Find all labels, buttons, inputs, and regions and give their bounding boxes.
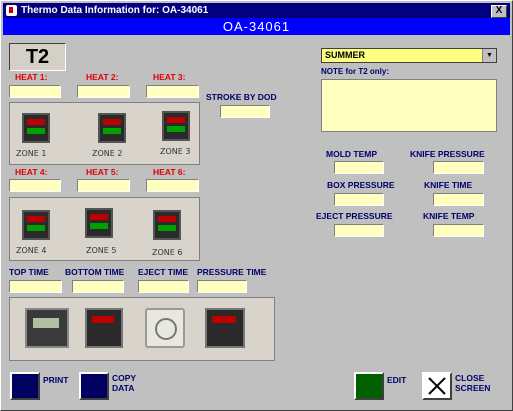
timer-icon: [25, 308, 69, 348]
eject-time-field[interactable]: [138, 280, 189, 293]
station-box: T2: [9, 43, 66, 71]
zones-1-3-photo: ZONE 1 ZONE 2 ZONE 3: [9, 102, 200, 165]
note-label: NOTE for T2 only:: [321, 67, 389, 76]
print-label: PRINT: [43, 375, 69, 385]
window-title: Thermo Data Information for: OA-34061: [21, 5, 209, 16]
copy-label: COPY: [112, 373, 137, 383]
heat-6-field[interactable]: [146, 179, 199, 192]
controller-icon: [153, 210, 181, 240]
zone-5-label: ZONE 5: [86, 246, 117, 255]
close-icon: [428, 377, 446, 395]
knife-temp-label: KNIFE TEMP: [423, 211, 475, 221]
knife-time-field[interactable]: [433, 193, 484, 206]
copy-data-button[interactable]: [79, 372, 109, 400]
heat-1-field[interactable]: [9, 85, 61, 98]
heat-1-label: HEAT 1:: [15, 72, 48, 82]
heat-4-label: HEAT 4:: [15, 167, 48, 177]
pressure-time-label: PRESSURE TIME: [197, 267, 267, 277]
mold-temp-label: MOLD TEMP: [326, 149, 377, 159]
note-field[interactable]: [321, 79, 497, 132]
heat-3-field[interactable]: [146, 85, 199, 98]
print-button[interactable]: [10, 372, 40, 400]
knife-temp-field[interactable]: [433, 224, 484, 237]
main-window: Thermo Data Information for: OA-34061 X …: [0, 0, 513, 411]
season-select[interactable]: SUMMER ▼: [321, 48, 497, 63]
mold-temp-field[interactable]: [334, 161, 384, 174]
heat-4-field[interactable]: [9, 179, 61, 192]
zone-6-label: ZONE 6: [152, 248, 183, 257]
controller-icon: [22, 210, 50, 240]
timers-photo: [9, 297, 275, 361]
controller-icon: [162, 111, 190, 141]
edit-button[interactable]: [354, 372, 384, 400]
eject-pressure-field[interactable]: [334, 224, 384, 237]
knife-time-label: KNIFE TIME: [424, 180, 473, 190]
heat-5-field[interactable]: [77, 179, 130, 192]
title-bar: Thermo Data Information for: OA-34061 X: [3, 3, 510, 18]
heat-3-label: HEAT 3:: [153, 72, 186, 82]
controller-icon: [22, 113, 50, 143]
data-label: DATA: [112, 383, 135, 393]
eject-pressure-label: EJECT PRESSURE: [316, 211, 393, 221]
heat-2-field[interactable]: [77, 85, 130, 98]
zone-1-label: ZONE 1: [16, 149, 47, 158]
screen-label: SCREEN: [455, 383, 491, 393]
top-time-field[interactable]: [9, 280, 62, 293]
bottom-time-field[interactable]: [72, 280, 124, 293]
zone-3-label: ZONE 3: [160, 147, 191, 156]
knife-pressure-field[interactable]: [433, 161, 484, 174]
bottom-time-label: BOTTOM TIME: [65, 267, 125, 277]
zone-4-label: ZONE 4: [16, 246, 47, 255]
box-pressure-label: BOX PRESSURE: [327, 180, 395, 190]
season-value: SUMMER: [325, 50, 365, 60]
timer-icon: [205, 308, 245, 348]
zone-2-label: ZONE 2: [92, 149, 123, 158]
dial-timer-icon: [145, 308, 185, 348]
top-time-label: TOP TIME: [9, 267, 49, 277]
knife-pressure-label: KNIFE PRESSURE: [410, 149, 485, 159]
part-number-header: OA-34061: [3, 18, 510, 35]
controller-icon: [85, 208, 113, 238]
edit-label: EDIT: [387, 375, 407, 385]
close-label: CLOSE: [455, 373, 485, 383]
heat-2-label: HEAT 2:: [86, 72, 119, 82]
pressure-time-field[interactable]: [197, 280, 247, 293]
app-icon: [6, 5, 17, 16]
heat-5-label: HEAT 5:: [86, 167, 119, 177]
strokes-field[interactable]: [220, 105, 270, 118]
zones-4-6-photo: ZONE 4 ZONE 5 ZONE 6: [9, 197, 200, 261]
strokes-label: STROKE BY DOD: [206, 92, 277, 102]
chevron-down-icon[interactable]: ▼: [482, 49, 496, 62]
close-screen-button[interactable]: [422, 372, 452, 400]
timer-icon: [85, 308, 123, 348]
eject-time-label: EJECT TIME: [138, 267, 189, 277]
box-pressure-field[interactable]: [334, 193, 384, 206]
heat-6-label: HEAT 6:: [153, 167, 186, 177]
controller-icon: [98, 113, 126, 143]
window-close-button[interactable]: X: [491, 5, 507, 18]
